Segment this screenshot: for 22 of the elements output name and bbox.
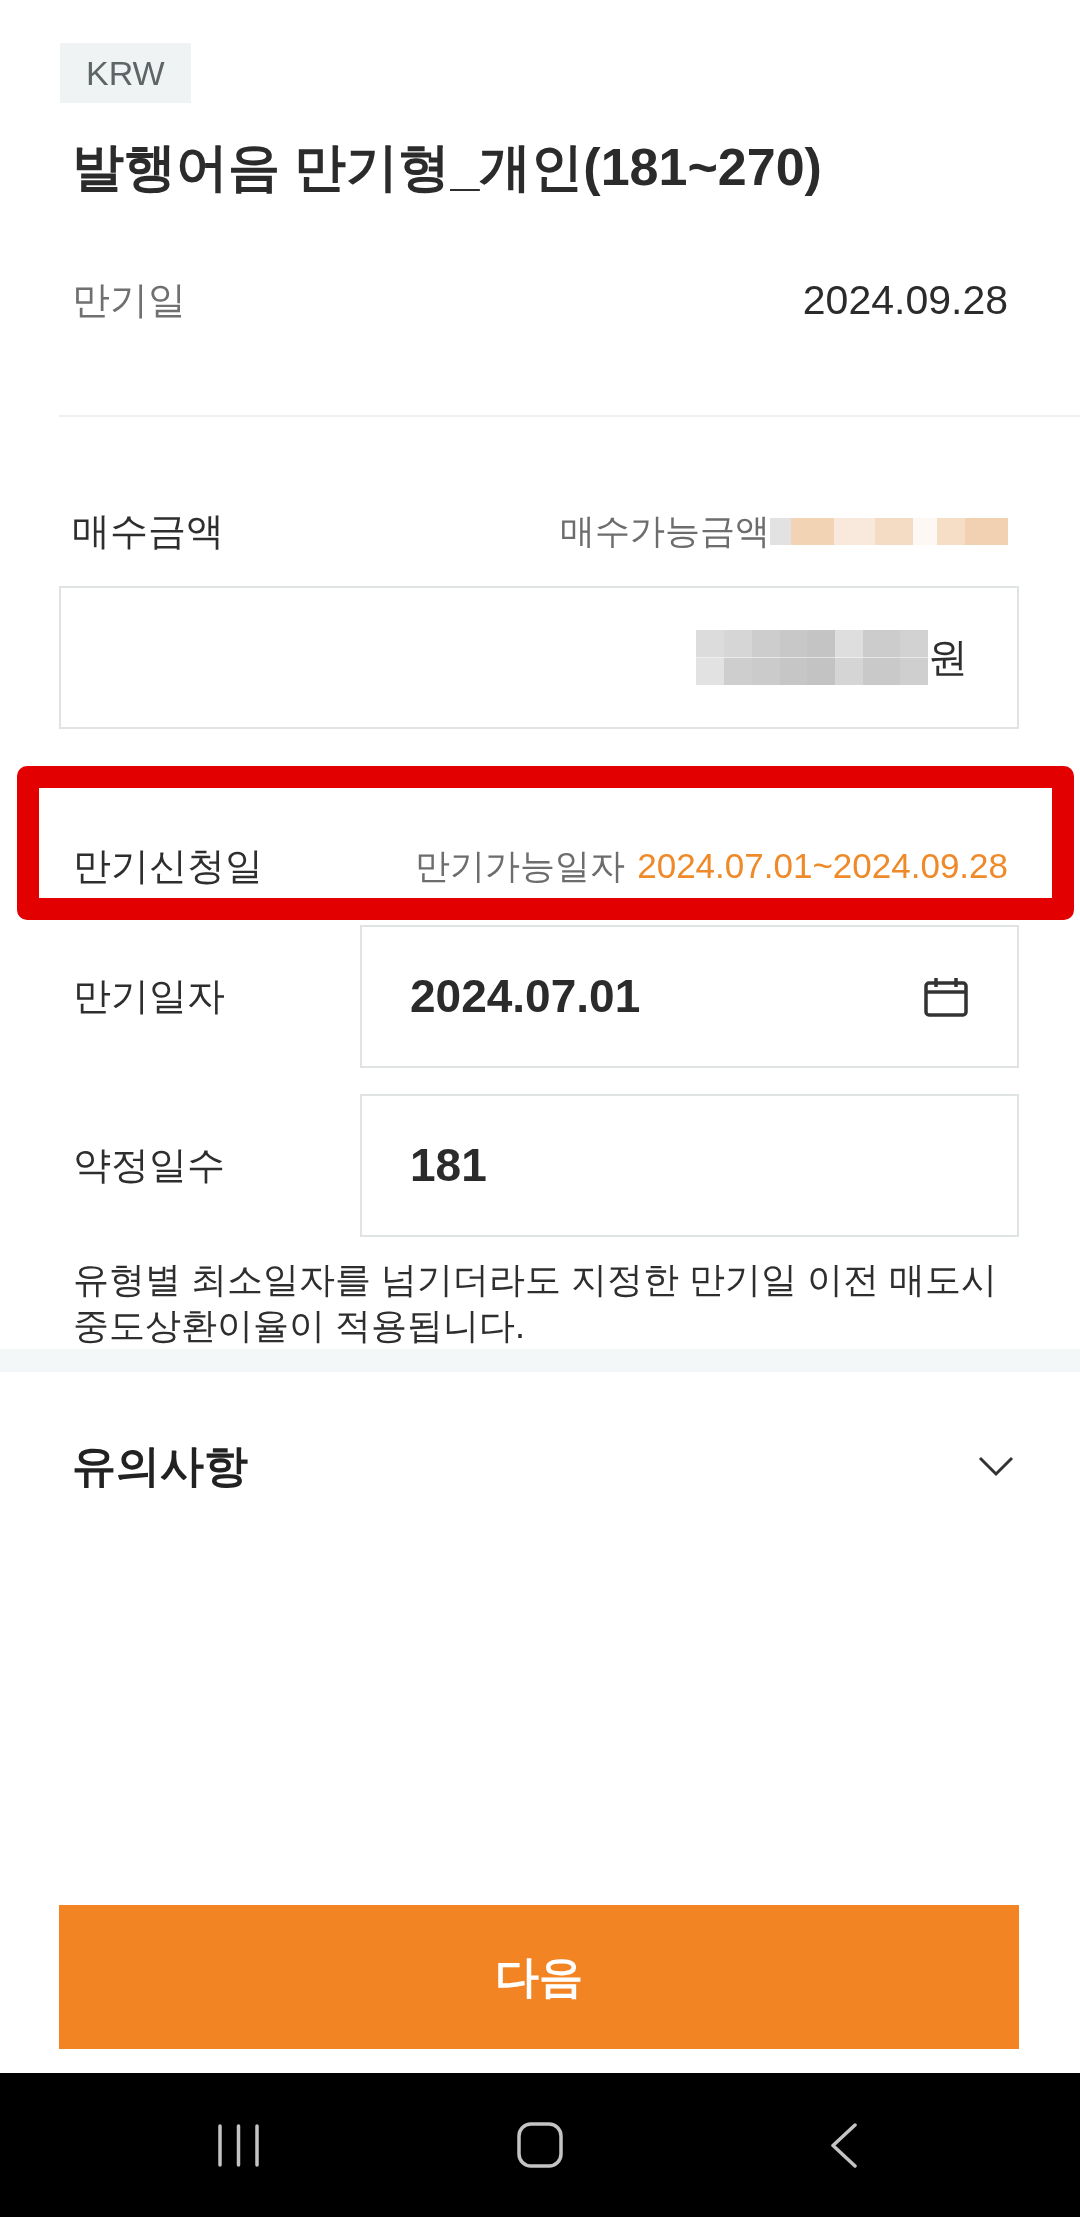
recent-apps-icon[interactable] (217, 2122, 260, 2168)
product-title: 발행어음 만기형_개인(181~270) (72, 137, 823, 198)
field-label: 약정일수 (73, 1143, 226, 1188)
back-icon[interactable] (830, 2122, 857, 2168)
maturity-request-label: 만기신청일 (73, 844, 263, 889)
currency-tag: KRW (60, 43, 191, 103)
purchase-amount-label: 매수금액 (72, 509, 224, 554)
field-label: 만기일자 (73, 974, 226, 1019)
available-period-label: 만기가능일자 (415, 845, 626, 887)
calendar-icon[interactable] (924, 976, 968, 1017)
available-amount-label: 매수가능금액 (560, 510, 770, 552)
notice-text: 유형별 최소일자를 넘기더라도 지정한 만기일 이전 매도시 중도상환이율이 적용됩니다. (73, 1258, 998, 1348)
purchase-amount-field[interactable]: 원 (59, 586, 1019, 729)
currency-unit: 원 (928, 634, 968, 681)
chevron-down-icon[interactable] (978, 1455, 1014, 1477)
available-period-value: 2024.07.01~2024.09.28 (637, 845, 1008, 887)
maturity-date-label: 만기일 (72, 278, 186, 323)
days-field[interactable]: 181 (360, 1094, 1019, 1237)
maturity-date-value: 2024.09.28 (802, 276, 1008, 325)
caution-heading[interactable]: 유의사항 (72, 1436, 248, 1496)
date-field[interactable]: 2024.07.01 (360, 925, 1019, 1068)
home-icon[interactable] (517, 2122, 563, 2168)
